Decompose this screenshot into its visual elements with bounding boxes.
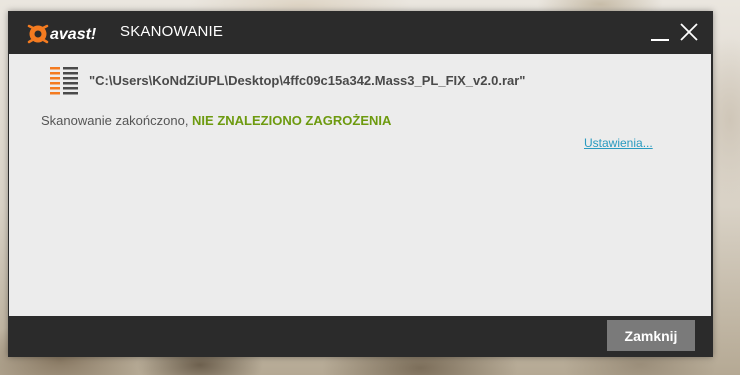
scan-dialog: avast! SKANOWANIE "C:\Users\KoNdZiUPL\De… xyxy=(8,11,713,357)
file-list-icon xyxy=(50,67,78,95)
scan-content-panel: "C:\Users\KoNdZiUPL\Desktop\4ffc09c15a34… xyxy=(9,54,711,316)
close-icon xyxy=(680,23,698,41)
close-window-button[interactable] xyxy=(676,19,702,45)
title-bar[interactable]: avast! SKANOWANIE xyxy=(8,11,713,53)
minimize-icon xyxy=(651,39,669,41)
scan-status: Skanowanie zakończono, NIE ZNALEZIONO ZA… xyxy=(41,113,391,128)
window-title: SKANOWANIE xyxy=(120,23,224,40)
settings-link[interactable]: Ustawienia... xyxy=(584,136,653,150)
status-prefix: Skanowanie zakończono, xyxy=(41,113,193,128)
close-button[interactable]: Zamknij xyxy=(607,320,695,351)
avast-logo: avast! xyxy=(27,24,97,44)
scanned-file-path: "C:\Users\KoNdZiUPL\Desktop\4ffc09c15a34… xyxy=(89,73,526,88)
minimize-button[interactable] xyxy=(647,19,673,45)
status-result: NIE ZNALEZIONO ZAGROŻENIA xyxy=(192,113,392,128)
brand-wordmark: avast! xyxy=(50,26,97,43)
